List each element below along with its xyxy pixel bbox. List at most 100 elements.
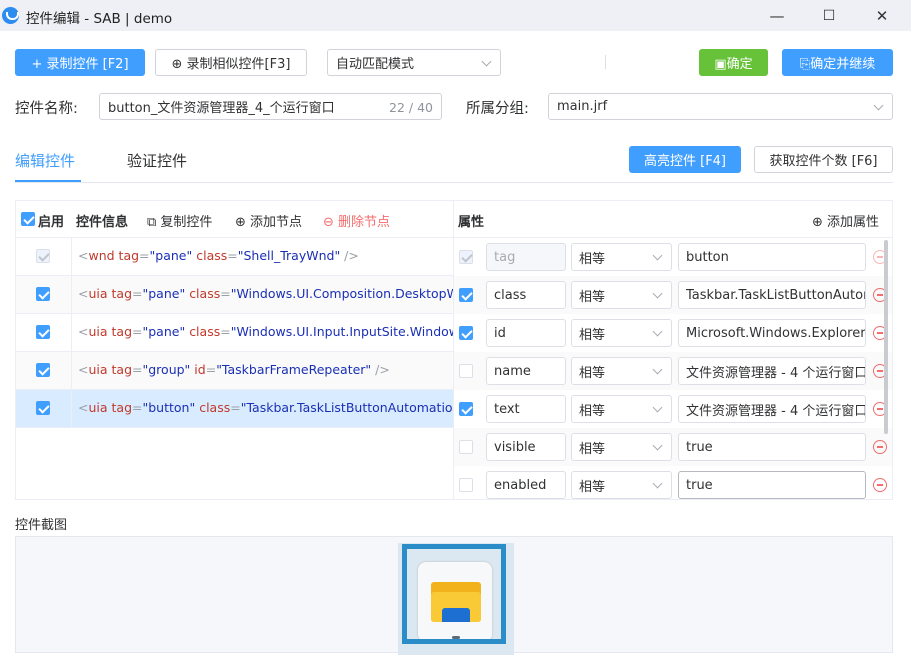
match-mode-value: 自动匹配模式: [336, 57, 415, 72]
confirm-button[interactable]: ▣确定: [699, 49, 768, 76]
xml-token: class: [189, 286, 221, 301]
node-xml: <uia tag="pane" class="Windows.UI.Compos…: [78, 286, 453, 301]
title-bar: 控件编辑 - SAB | demo — ☐ ✕: [0, 0, 911, 31]
xml-token: uia: [88, 362, 112, 377]
confirm-continue-button[interactable]: ⎘确定并继续: [782, 49, 893, 76]
remove-property-icon[interactable]: [873, 478, 887, 492]
property-row: enabled 相等 true: [454, 466, 892, 499]
add-node-action[interactable]: ⊕ 添加节点: [235, 211, 302, 230]
maximize-button[interactable]: ☐: [806, 0, 852, 31]
property-checkbox[interactable]: [459, 326, 473, 340]
property-scrollbar[interactable]: [884, 240, 888, 434]
xml-token: />: [340, 248, 359, 263]
xml-token: uia: [88, 324, 112, 339]
node-row[interactable]: <uia tag="button" class="Taskbar.TaskLis…: [16, 390, 453, 428]
node-row[interactable]: <uia tag="group" id="TaskbarFrameRepeate…: [16, 352, 453, 390]
node-table: 启用 控件信息 ⧉ 复制控件 ⊕ 添加节点 ⊖ 删除节点 <wnd tag="p…: [15, 200, 454, 500]
chevron-down-icon: [652, 402, 663, 413]
property-table: 属性 ⊕ 添加属性 tag 相等 button class 相等 Taskbar.Task…: [454, 200, 893, 500]
property-operator-select[interactable]: 相等: [571, 433, 672, 461]
property-checkbox[interactable]: [459, 402, 473, 416]
copy-control-action[interactable]: ⧉ 复制控件: [147, 211, 212, 230]
xml-token: "Windows.UI.Composition.DesktopWindowCon…: [230, 286, 453, 301]
property-value-field[interactable]: true: [678, 471, 866, 499]
property-operator-select[interactable]: 相等: [571, 319, 672, 347]
property-name-field[interactable]: name: [486, 357, 566, 385]
operator-value: 相等: [579, 251, 606, 267]
xml-token: =: [132, 362, 143, 377]
xml-token: tag: [111, 400, 133, 415]
enable-all-checkbox[interactable]: [21, 212, 35, 226]
delete-node-action[interactable]: ⊖ 删除节点: [323, 211, 390, 230]
property-checkbox[interactable]: [459, 364, 473, 378]
property-row: name 相等 文件资源管理器 - 4 个运行窗口: [454, 352, 892, 390]
record-similar-button[interactable]: ⊕ 录制相似控件[F3]: [155, 49, 307, 76]
xml-token: "pane": [142, 286, 190, 301]
property-checkbox[interactable]: [459, 478, 473, 492]
record-control-button[interactable]: + 录制控件 [F2]: [15, 49, 145, 76]
xml-token: <: [78, 400, 89, 415]
property-value-field[interactable]: 文件资源管理器 - 4 个运行窗口: [678, 395, 866, 423]
property-name-field[interactable]: class: [486, 281, 566, 309]
property-value-field[interactable]: button: [678, 243, 866, 271]
property-operator-select[interactable]: 相等: [571, 243, 672, 271]
operator-value: 相等: [579, 327, 606, 343]
xml-token: uia: [88, 400, 112, 415]
highlight-control-button[interactable]: 高亮控件 [F4]: [629, 146, 741, 173]
remove-property-icon[interactable]: [873, 440, 887, 454]
property-name-field[interactable]: text: [486, 395, 566, 423]
group-label: 所属分组:: [466, 101, 529, 117]
xml-token: class: [189, 324, 221, 339]
control-name-value: button_文件资源管理器_4_个运行窗口: [108, 101, 335, 116]
xml-token: <: [78, 248, 89, 263]
node-enable-checkbox[interactable]: [36, 401, 50, 415]
xml-token: =: [227, 248, 238, 263]
node-row[interactable]: <uia tag="pane" class="Windows.UI.Input.…: [16, 314, 453, 352]
node-enable-checkbox[interactable]: [36, 325, 50, 339]
screenshot-area: [15, 536, 893, 655]
property-operator-select[interactable]: 相等: [571, 395, 672, 423]
property-value-field[interactable]: Microsoft.Windows.Explorer: [678, 319, 866, 347]
tab-verify-control[interactable]: 验证控件: [127, 150, 187, 171]
node-enable-cell: [16, 238, 72, 275]
minimize-button[interactable]: —: [754, 0, 800, 31]
copy-icon: ⧉: [147, 215, 161, 230]
divider: [605, 55, 606, 69]
window-title: 控件编辑 - SAB | demo: [26, 11, 173, 27]
add-property-button[interactable]: ⊕ 添加属性: [812, 211, 879, 230]
delete-node-label: 删除节点: [338, 215, 391, 230]
group-select[interactable]: main.jrf: [548, 93, 893, 120]
tab-edit-control[interactable]: 编辑控件: [15, 150, 75, 171]
property-name-field[interactable]: tag: [486, 243, 566, 271]
xml-token: =: [205, 362, 217, 377]
node-row[interactable]: <uia tag="pane" class="Windows.UI.Compos…: [16, 276, 453, 314]
enable-header: 启用: [38, 215, 65, 230]
property-name-field[interactable]: id: [486, 319, 566, 347]
property-value-field[interactable]: true: [678, 433, 866, 461]
xml-token: "Shell_TrayWnd": [237, 248, 341, 263]
node-enable-checkbox[interactable]: [36, 363, 50, 377]
match-mode-select[interactable]: 自动匹配模式: [327, 49, 501, 76]
property-operator-select[interactable]: 相等: [571, 281, 672, 309]
property-name-field[interactable]: enabled: [486, 471, 566, 499]
add-icon: ⊕: [235, 215, 251, 230]
property-value-field[interactable]: 文件资源管理器 - 4 个运行窗口: [678, 357, 866, 385]
close-button[interactable]: ✕: [859, 0, 905, 31]
xml-token: <: [78, 286, 89, 301]
property-operator-select[interactable]: 相等: [571, 357, 672, 385]
property-value-field[interactable]: Taskbar.TaskListButtonAutomationPeer: [678, 281, 866, 309]
property-checkbox[interactable]: [459, 440, 473, 454]
node-row[interactable]: <wnd tag="pane" class="Shell_TrayWnd" />: [16, 238, 453, 276]
node-enable-cell: [16, 314, 72, 351]
node-enable-checkbox[interactable]: [36, 287, 50, 301]
xml-token: =: [132, 286, 143, 301]
xml-token: =: [220, 324, 231, 339]
property-name-field[interactable]: visible: [486, 433, 566, 461]
get-control-count-button[interactable]: 获取控件个数 [F6]: [754, 146, 893, 173]
operator-value: 相等: [579, 365, 606, 381]
property-checkbox[interactable]: [459, 288, 473, 302]
xml-token: />: [371, 362, 390, 377]
control-name-input[interactable]: button_文件资源管理器_4_个运行窗口 22 / 40: [99, 93, 442, 120]
property-operator-select[interactable]: 相等: [571, 471, 672, 499]
screenshot-label: 控件截图: [15, 518, 68, 533]
